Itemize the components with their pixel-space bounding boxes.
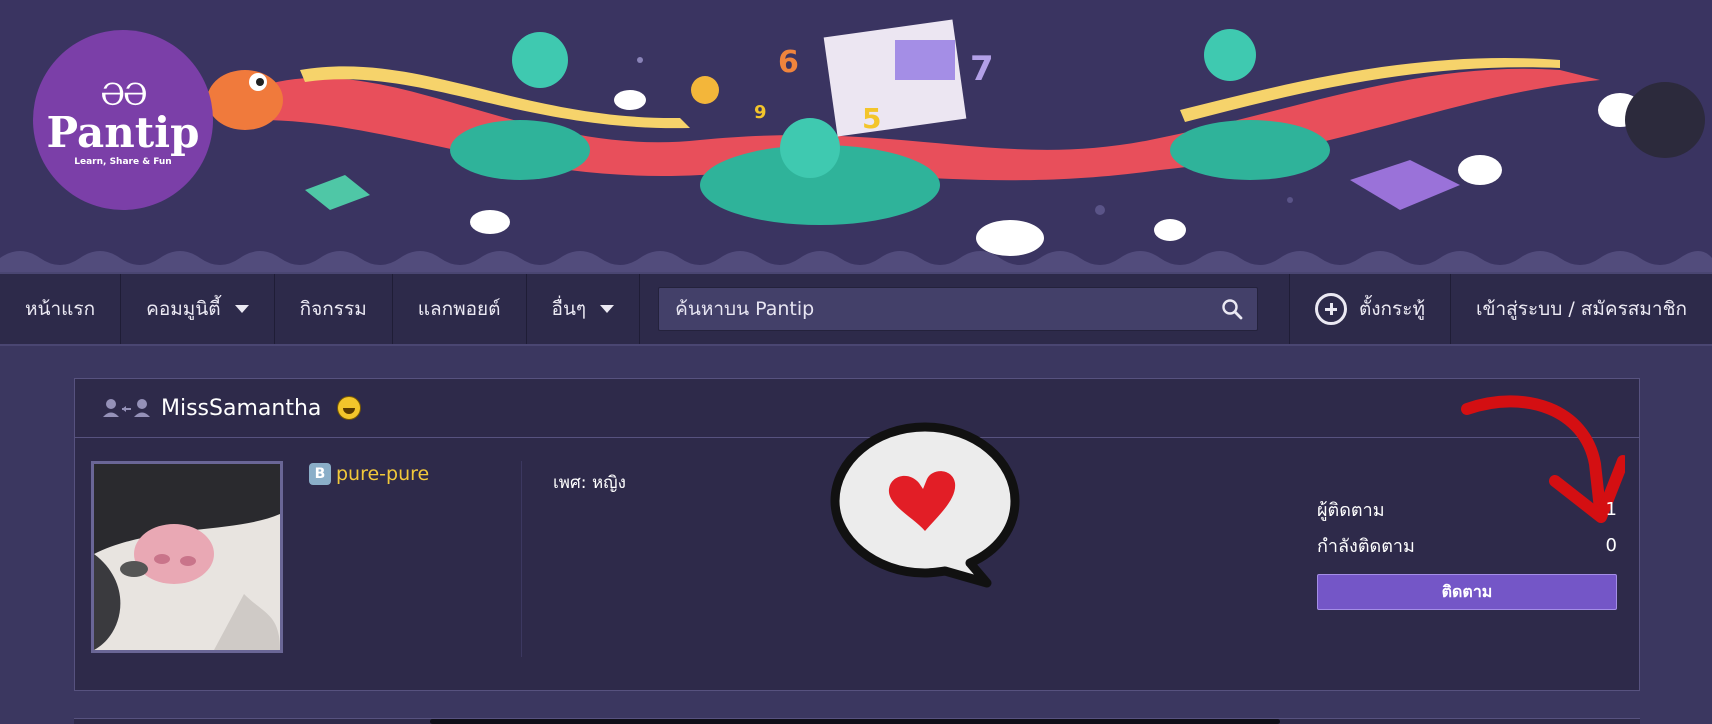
search-icon[interactable] [1221,298,1243,320]
following-label: กำลังติดตาม [1317,535,1415,557]
logo-tagline: Learn, Share & Fun [74,157,172,167]
following-row[interactable]: กำลังติดตาม 0 [1317,527,1617,563]
chevron-down-icon [234,305,249,313]
svg-text:7: 7 [970,49,994,89]
new-topic-label: ตั้งกระทู้ [1358,298,1425,320]
laughing-emoji-icon [337,396,362,420]
following-count: 0 [1605,534,1617,556]
new-topic-button[interactable]: ตั้งกระทู้ [1290,274,1451,344]
heart-speech-bubble-icon [830,422,1020,588]
login-register-link[interactable]: เข้าสู่ระบบ / สมัครสมาชิก [1451,274,1712,344]
search-input[interactable] [675,298,1222,320]
member-badge-icon: B [309,463,331,485]
nav-activities[interactable]: กิจกรรม [275,274,393,344]
cat-avatar-image [94,464,280,650]
nav-community-label: คอมมูนิตี้ [146,298,221,320]
follow-button[interactable]: ติดตาม [1317,574,1617,610]
logo-name: Pantip [46,108,200,157]
follow-stats: ผู้ติดตาม 1 กำลังติดตาม 0 ติดตาม [1317,491,1617,610]
pantip-logo[interactable]: ƏƏ Pantip Learn, Share & Fun [33,30,213,210]
followers-count: 1 [1605,498,1617,520]
nav-more-label: อื่นๆ [551,298,587,320]
svg-text:6: 6 [778,45,799,80]
followers-label: ผู้ติดตาม [1317,499,1385,521]
followers-row[interactable]: ผู้ติดตาม 1 [1317,491,1617,527]
login-label: เข้าสู่ระบบ / สมัครสมาชิก [1476,298,1687,320]
horizontal-scrollbar[interactable] [430,719,1280,724]
member-info: B pure-pure [309,463,429,485]
profile-username: MissSamantha [161,395,322,421]
divider [521,461,522,657]
nav-activities-label: กิจกรรม [299,298,367,320]
nav-home[interactable]: หน้าแรก [0,274,122,344]
logo-glyph: ƏƏ [100,78,147,113]
svg-text:9: 9 [754,102,767,123]
profile-card: MissSamantha B pure-pure เพศ: หญิง ผู้ติ… [74,378,1640,691]
search-box [658,287,1259,331]
nav-more[interactable]: อื่นๆ [527,274,641,344]
nav-home-label: หน้าแรก [25,298,96,320]
follow-relation-icon [103,399,150,417]
banner-illustration: 6 7 9 5 [0,19,1712,272]
avatar[interactable] [91,461,283,653]
gender-info: เพศ: หญิง [553,473,626,493]
nav-redeem-label: แลกพอยต์ [417,298,501,320]
nav-community[interactable]: คอมมูนิตี้ [121,274,275,344]
svg-text:5: 5 [862,102,881,135]
chevron-down-icon [600,305,615,313]
search-area [640,274,1290,344]
nav-redeem-points[interactable]: แลกพอยต์ [393,274,527,344]
add-topic-icon [1314,293,1347,325]
main-nav: หน้าแรก คอมมูนิตี้ กิจกรรม แลกพอยต์ อื่น… [0,272,1712,346]
member-name-link[interactable]: pure-pure [336,463,429,485]
header-banner: 6 7 9 5 ƏƏ Pantip Learn, Share & Fun [0,0,1712,272]
